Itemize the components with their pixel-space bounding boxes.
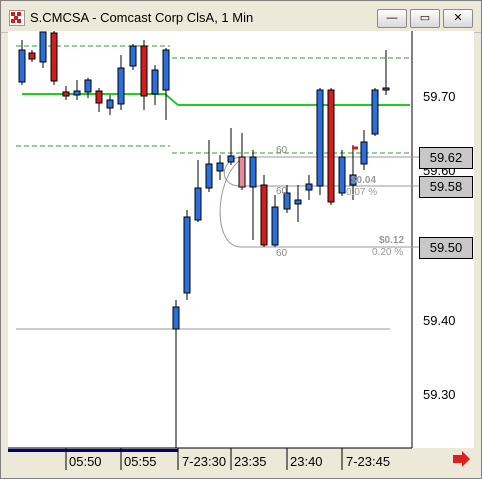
time-label: 23:40 [290,454,323,469]
trade-1-pct: 0.07 % [346,187,378,198]
price-marker-59-50: 59.50 [419,237,473,259]
scroll-right-icon[interactable] [453,451,470,467]
price-tick: 59.70 [423,89,456,104]
level-count: 60 [276,248,288,259]
price-tick: 59.30 [423,387,456,402]
level-count: 60 [276,186,288,197]
time-label: 7-23:45 [346,454,391,469]
time-label: 05:50 [69,454,102,469]
price-marker-59-62: 59.62 [419,147,473,169]
time-label: 05:55 [124,454,157,469]
price-marker-59-58: 59.58 [419,176,473,198]
trade-1-pnl: $0.04 [351,175,377,186]
time-label: 7-23:30 [182,454,227,469]
level-count: 60 [276,145,288,156]
price-tick: 59.40 [423,313,456,328]
timeline-bar [8,449,178,452]
time-label: 23:35 [234,454,267,469]
price-chart[interactable] [0,0,482,479]
trade-2-pct: 0.20 % [372,247,404,258]
trade-2-pnl: $0.12 [379,235,405,246]
